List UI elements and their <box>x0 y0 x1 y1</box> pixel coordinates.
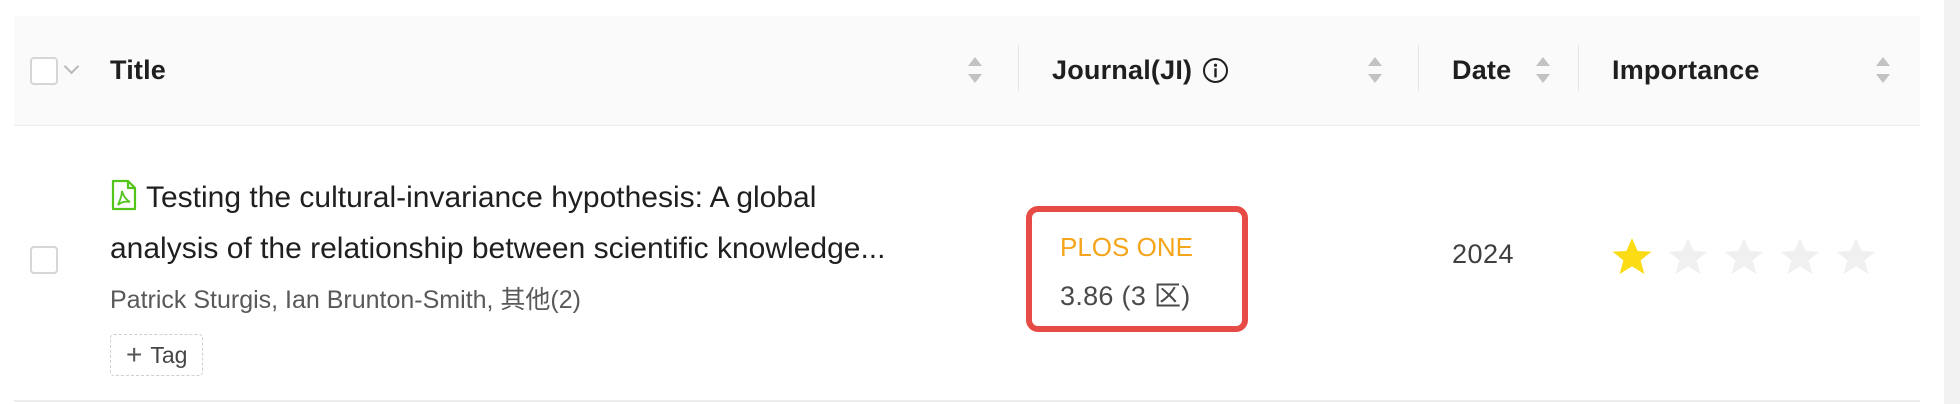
header-importance[interactable]: Importance <box>1612 16 1760 125</box>
paper-title[interactable]: Testing the cultural-invariance hypothes… <box>110 174 990 272</box>
pdf-file-icon[interactable] <box>110 178 138 225</box>
header-date-label: Date <box>1452 55 1512 85</box>
paper-title-line-2: analysis of the relationship between sci… <box>110 232 886 265</box>
row-checkbox-cell <box>30 246 58 274</box>
sort-icon[interactable] <box>968 57 982 83</box>
header-date[interactable]: Date <box>1452 16 1511 125</box>
header-title[interactable]: Title <box>110 16 166 125</box>
sort-icon[interactable] <box>1368 57 1382 83</box>
paper-date: 2024 <box>1452 239 1515 269</box>
star-icon[interactable] <box>1834 236 1878 278</box>
vertical-scrollbar[interactable] <box>1944 0 1960 404</box>
star-icon[interactable] <box>1666 236 1710 278</box>
sort-icon[interactable] <box>1536 57 1550 83</box>
column-divider[interactable] <box>1578 45 1579 91</box>
info-icon[interactable] <box>1202 57 1229 84</box>
star-icon[interactable] <box>1610 236 1654 278</box>
papers-table: Title Journal(JI) Date Importance Testin… <box>14 16 1920 402</box>
header-title-label: Title <box>110 55 167 85</box>
chevron-down-icon[interactable] <box>63 58 80 75</box>
table-row[interactable]: Testing the cultural-invariance hypothes… <box>14 126 1920 402</box>
title-cell: Testing the cultural-invariance hypothes… <box>110 174 990 272</box>
importance-rating[interactable] <box>1610 236 1878 278</box>
header-journal-label: Journal(JI) <box>1052 55 1193 85</box>
add-tag-button[interactable]: + Tag <box>110 334 204 376</box>
plus-icon: + <box>126 339 143 370</box>
header-importance-label: Importance <box>1612 55 1760 85</box>
row-checkbox[interactable] <box>30 246 58 274</box>
paper-title-line-1: Testing the cultural-invariance hypothes… <box>146 181 817 214</box>
paper-authors: Patrick Sturgis, Ian Brunton-Smith, 其他(2… <box>110 286 581 314</box>
header-journal[interactable]: Journal(JI) <box>1052 16 1229 125</box>
column-divider[interactable] <box>1418 45 1419 91</box>
tag-cell: + Tag <box>110 334 204 376</box>
select-all-checkbox[interactable] <box>30 56 58 85</box>
column-divider[interactable] <box>1018 45 1019 91</box>
sort-icon[interactable] <box>1876 57 1890 83</box>
journal-name[interactable]: PLOS ONE <box>1060 232 1193 263</box>
star-icon[interactable] <box>1778 236 1822 278</box>
journal-impact-factor: 3.86 (3 区) <box>1060 281 1191 311</box>
table-header: Title Journal(JI) Date Importance <box>14 16 1920 126</box>
star-icon[interactable] <box>1722 236 1766 278</box>
journal-cell[interactable]: PLOS ONE 3.86 (3 区) <box>1026 206 1248 332</box>
add-tag-label: Tag <box>150 341 188 368</box>
select-all-control <box>30 16 80 125</box>
